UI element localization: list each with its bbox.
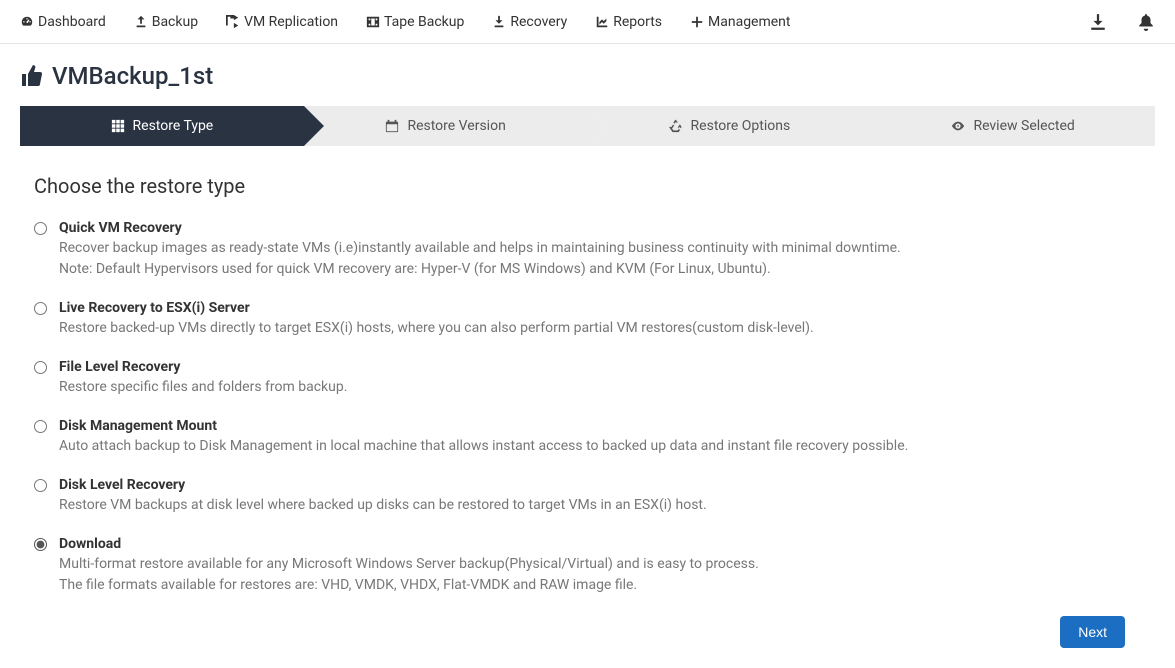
step-restore-type[interactable]: Restore Type [20, 106, 304, 146]
radio-quick-vm-recovery[interactable] [34, 222, 47, 235]
option-file-level-recovery: File Level Recovery Restore specific fil… [34, 359, 1155, 398]
nav-left: Dashboard Backup VM Replication Tape Bac… [20, 14, 1089, 30]
radio-live-recovery-esx[interactable] [34, 302, 47, 315]
option-disk-management-mount: Disk Management Mount Auto attach backup… [34, 418, 1155, 457]
option-title: Live Recovery to ESX(i) Server [59, 300, 1155, 316]
option-title: Quick VM Recovery [59, 220, 1155, 236]
step-restore-version[interactable]: Restore Version [304, 106, 588, 146]
download-file-icon[interactable] [1089, 13, 1107, 31]
nav-tape-backup[interactable]: Tape Backup [366, 14, 464, 30]
nav-reports[interactable]: Reports [595, 14, 662, 30]
step-label: Restore Options [691, 118, 791, 134]
recycle-icon [669, 119, 683, 133]
nav-label: Recovery [510, 14, 567, 30]
radio-disk-management-mount[interactable] [34, 420, 47, 433]
chart-icon [595, 15, 609, 29]
nav-label: Management [708, 14, 790, 30]
eye-icon [951, 119, 965, 133]
option-title: Disk Level Recovery [59, 477, 1155, 493]
option-quick-vm-recovery: Quick VM Recovery Recover backup images … [34, 220, 1155, 280]
option-desc: Recover backup images as ready-state VMs… [59, 238, 1155, 280]
step-label: Restore Version [407, 118, 505, 134]
radio-file-level-recovery[interactable] [34, 361, 47, 374]
step-label: Restore Type [133, 118, 214, 134]
bell-icon[interactable] [1137, 13, 1155, 31]
option-download: Download Multi-format restore available … [34, 536, 1155, 596]
nav-label: Tape Backup [384, 14, 464, 30]
section-heading: Choose the restore type [34, 174, 1155, 198]
page-title: VMBackup_1st [20, 62, 1155, 90]
nav-dashboard[interactable]: Dashboard [20, 14, 106, 30]
step-review-selected[interactable]: Review Selected [871, 106, 1155, 146]
step-restore-options[interactable]: Restore Options [588, 106, 872, 146]
option-desc: Auto attach backup to Disk Management in… [59, 436, 1155, 457]
option-desc: Restore backed-up VMs directly to target… [59, 318, 1155, 339]
step-label: Review Selected [973, 118, 1074, 134]
calendar-icon [385, 119, 399, 133]
page-body: VMBackup_1st Restore Type Restore Versio… [0, 44, 1175, 668]
download-icon [492, 15, 506, 29]
radio-disk-level-recovery[interactable] [34, 479, 47, 492]
upload-icon [134, 15, 148, 29]
nav-management[interactable]: Management [690, 14, 790, 30]
nav-recovery[interactable]: Recovery [492, 14, 567, 30]
footer: Next [20, 616, 1155, 648]
page-title-text: VMBackup_1st [52, 62, 213, 90]
top-nav: Dashboard Backup VM Replication Tape Bac… [0, 0, 1175, 44]
nav-right [1089, 13, 1155, 31]
nav-backup[interactable]: Backup [134, 14, 198, 30]
option-desc: Restore specific files and folders from … [59, 377, 1155, 398]
plus-icon [690, 15, 704, 29]
next-button[interactable]: Next [1060, 616, 1125, 648]
wizard-steps: Restore Type Restore Version Restore Opt… [20, 106, 1155, 146]
thumbs-up-icon [20, 64, 44, 88]
option-title: Disk Management Mount [59, 418, 1155, 434]
dashboard-icon [20, 15, 34, 29]
radio-download[interactable] [34, 538, 47, 551]
option-disk-level-recovery: Disk Level Recovery Restore VM backups a… [34, 477, 1155, 516]
option-title: File Level Recovery [59, 359, 1155, 375]
option-live-recovery-esx: Live Recovery to ESX(i) Server Restore b… [34, 300, 1155, 339]
share-icon [226, 15, 240, 29]
film-icon [366, 15, 380, 29]
option-title: Download [59, 536, 1155, 552]
nav-label: VM Replication [244, 14, 338, 30]
nav-label: Reports [613, 14, 662, 30]
nav-label: Dashboard [38, 14, 106, 30]
restore-type-options: Quick VM Recovery Recover backup images … [34, 220, 1155, 596]
grid-icon [111, 119, 125, 133]
nav-label: Backup [152, 14, 198, 30]
option-desc: Multi-format restore available for any M… [59, 554, 1155, 596]
option-desc: Restore VM backups at disk level where b… [59, 495, 1155, 516]
nav-vm-replication[interactable]: VM Replication [226, 14, 338, 30]
